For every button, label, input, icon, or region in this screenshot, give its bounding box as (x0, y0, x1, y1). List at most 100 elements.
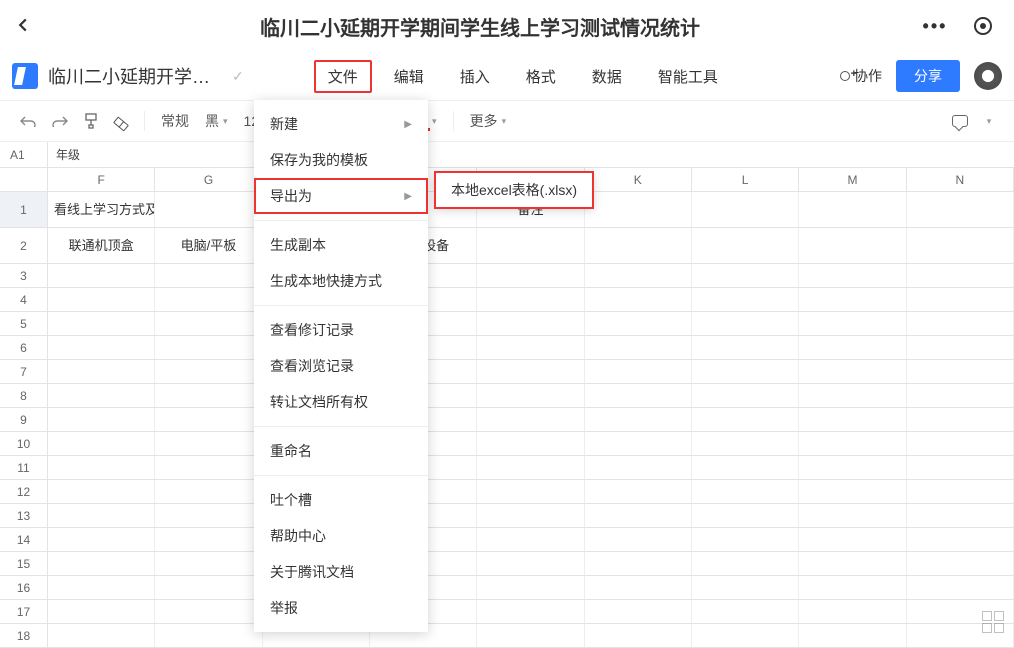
cell[interactable] (48, 552, 155, 575)
cell[interactable] (585, 336, 692, 359)
cell[interactable] (692, 288, 799, 311)
cell[interactable] (692, 408, 799, 431)
cell[interactable] (477, 264, 584, 287)
cell[interactable] (799, 504, 906, 527)
cell[interactable] (48, 456, 155, 479)
cell[interactable] (907, 288, 1014, 311)
back-button[interactable] (16, 15, 40, 38)
row-header[interactable]: 2 (0, 228, 48, 263)
cell[interactable] (799, 192, 906, 227)
cell[interactable] (799, 288, 906, 311)
cell[interactable] (585, 456, 692, 479)
cell[interactable] (48, 504, 155, 527)
cell[interactable] (585, 264, 692, 287)
cell[interactable] (799, 336, 906, 359)
style-selector[interactable]: 常规 (155, 107, 195, 135)
menu-data[interactable]: 数据 (578, 60, 636, 93)
cell[interactable] (48, 432, 155, 455)
more-menu-icon[interactable]: ••• (920, 14, 950, 38)
select-all-corner[interactable] (0, 168, 48, 191)
cell[interactable] (585, 480, 692, 503)
document-name[interactable]: 临川二小延期开学期... (48, 63, 218, 89)
menu-file[interactable]: 文件 (314, 60, 372, 93)
cell[interactable] (155, 264, 262, 287)
cell[interactable] (477, 528, 584, 551)
cell[interactable] (585, 504, 692, 527)
cell[interactable] (477, 360, 584, 383)
cell[interactable] (585, 228, 692, 263)
row-header[interactable]: 5 (0, 312, 48, 335)
redo-button[interactable] (46, 111, 74, 131)
cell[interactable] (799, 528, 906, 551)
dropdown-item[interactable]: 查看浏览记录 (254, 348, 428, 384)
cell[interactable] (907, 504, 1014, 527)
avatar[interactable] (974, 62, 1002, 90)
cell[interactable] (477, 552, 584, 575)
toolbar-more[interactable]: 更多▾ (464, 107, 513, 135)
cell[interactable] (477, 600, 584, 623)
cell[interactable] (585, 432, 692, 455)
cell[interactable] (477, 624, 584, 647)
cell[interactable] (585, 384, 692, 407)
cell[interactable] (907, 192, 1014, 227)
cell[interactable] (477, 432, 584, 455)
col-header[interactable]: L (692, 168, 799, 191)
cell[interactable] (477, 336, 584, 359)
cell[interactable] (155, 384, 262, 407)
cell[interactable] (155, 456, 262, 479)
cell[interactable] (477, 384, 584, 407)
cell[interactable] (585, 624, 692, 647)
col-header[interactable]: M (799, 168, 906, 191)
cell[interactable] (155, 408, 262, 431)
cell[interactable] (585, 288, 692, 311)
undo-button[interactable] (14, 111, 42, 131)
cell[interactable] (907, 312, 1014, 335)
cell[interactable] (907, 432, 1014, 455)
cell[interactable] (585, 360, 692, 383)
col-header[interactable]: K (585, 168, 692, 191)
cell[interactable] (692, 624, 799, 647)
dropdown-item[interactable]: 生成副本 (254, 227, 428, 263)
cell[interactable] (907, 552, 1014, 575)
cell[interactable] (155, 504, 262, 527)
dropdown-item[interactable]: 举报 (254, 590, 428, 626)
dropdown-item[interactable]: 查看修订记录 (254, 312, 428, 348)
cell[interactable] (799, 408, 906, 431)
cell[interactable] (585, 600, 692, 623)
dropdown-item[interactable]: 转让文档所有权 (254, 384, 428, 420)
cell[interactable]: 电脑/平板 (155, 228, 262, 263)
cell[interactable] (477, 504, 584, 527)
cell[interactable] (692, 552, 799, 575)
cell[interactable] (907, 576, 1014, 599)
cell[interactable] (799, 552, 906, 575)
cell[interactable] (799, 456, 906, 479)
cell[interactable] (799, 360, 906, 383)
font-color-selector[interactable]: 黑▾ (199, 107, 234, 135)
row-header[interactable]: 16 (0, 576, 48, 599)
cell[interactable] (799, 312, 906, 335)
qr-icon[interactable] (982, 611, 1004, 633)
cell[interactable] (692, 480, 799, 503)
cell[interactable] (155, 624, 262, 647)
cell[interactable] (799, 480, 906, 503)
cell[interactable] (155, 576, 262, 599)
menu-edit[interactable]: 编辑 (380, 60, 438, 93)
cell[interactable] (155, 360, 262, 383)
cell[interactable] (155, 336, 262, 359)
cell[interactable] (692, 264, 799, 287)
cell[interactable] (477, 228, 584, 263)
cell[interactable] (692, 576, 799, 599)
cell[interactable] (48, 624, 155, 647)
row-header[interactable]: 1 (0, 192, 48, 227)
cell[interactable] (799, 264, 906, 287)
cell[interactable] (692, 336, 799, 359)
spreadsheet[interactable]: F G H I J K L M N 1看线上学习方式及人数备注2联通机顶盒电脑/… (0, 168, 1014, 648)
cell[interactable] (692, 192, 799, 227)
menu-insert[interactable]: 插入 (446, 60, 504, 93)
cell[interactable] (692, 360, 799, 383)
cell[interactable] (477, 312, 584, 335)
cell[interactable] (48, 600, 155, 623)
cell-formula-value[interactable]: 年级 (48, 146, 80, 163)
cell[interactable] (48, 408, 155, 431)
row-header[interactable]: 4 (0, 288, 48, 311)
